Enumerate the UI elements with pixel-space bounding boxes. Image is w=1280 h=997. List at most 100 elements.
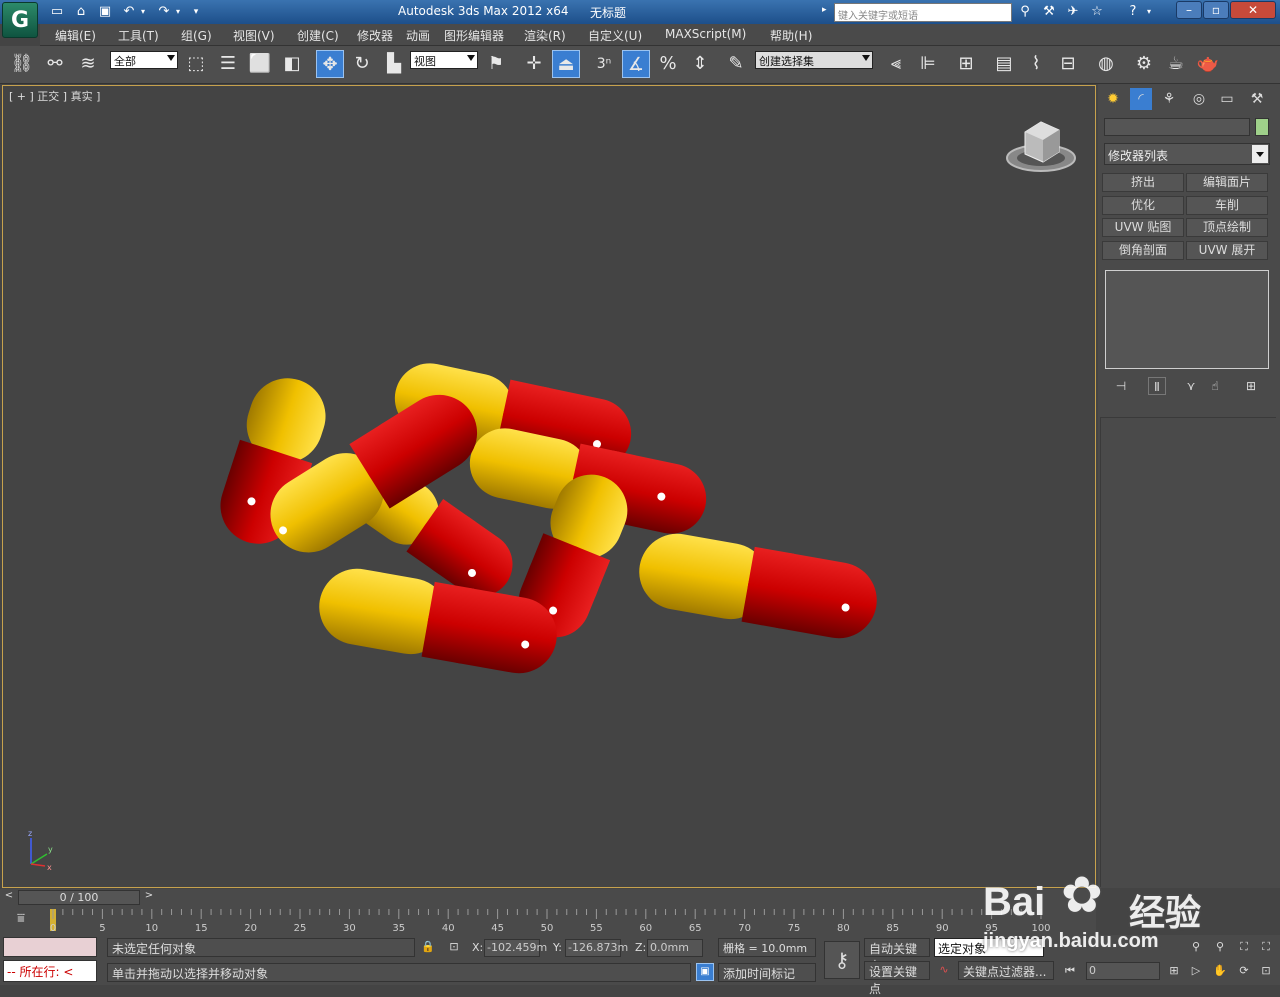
edit-patch-button[interactable]: 编辑面片 <box>1186 173 1268 192</box>
maximize-button[interactable]: ▫ <box>1203 1 1229 19</box>
x-coordinate-field[interactable]: -102.459m <box>484 939 547 957</box>
render-setup-icon[interactable]: ⚙ <box>1130 50 1158 78</box>
vertex-paint-button[interactable]: 顶点绘制 <box>1186 218 1268 237</box>
make-unique-icon[interactable]: ⋎ <box>1182 377 1200 395</box>
utilities-tab-icon[interactable]: ⚒ <box>1246 88 1268 110</box>
auto-key-button[interactable]: 自动关键点 <box>864 938 930 973</box>
window-crossing-icon[interactable]: ◧ <box>278 50 306 78</box>
time-tag-icon[interactable]: ▣ <box>696 963 714 981</box>
render-production-icon[interactable]: 🫖 <box>1194 50 1222 78</box>
key-tangent-icon[interactable]: ∿ <box>936 962 952 978</box>
help-dropdown-icon[interactable]: ▾ <box>1144 3 1154 21</box>
select-and-rotate-icon[interactable]: ↻ <box>348 50 376 78</box>
reference-coordinate-dropdown[interactable]: 视图 <box>410 51 478 69</box>
keyboard-shortcut-override-icon[interactable]: ⏏ <box>552 50 580 78</box>
angle-snap-icon[interactable]: ∡ <box>622 50 650 78</box>
maxscript-listener-field[interactable] <box>3 937 97 957</box>
menu-animation[interactable]: 动画 <box>406 27 430 44</box>
menu-tools[interactable]: 工具(T) <box>118 27 159 44</box>
hierarchy-tab-icon[interactable]: ⚘ <box>1158 88 1180 110</box>
menu-graph-editors[interactable]: 图形编辑器 <box>444 27 504 44</box>
menu-edit[interactable]: 编辑(E) <box>55 27 96 44</box>
object-name-field[interactable] <box>1104 118 1250 136</box>
edit-named-selection-icon[interactable]: ✎ <box>722 50 750 78</box>
spinner-snap-icon[interactable]: ⇕ <box>686 50 714 78</box>
add-time-tag-button[interactable]: 添加时间标记 <box>718 963 816 982</box>
time-next-icon[interactable]: > <box>142 890 156 905</box>
named-selection-dropdown[interactable]: 创建选择集 <box>755 51 873 69</box>
set-key-button[interactable]: 设置关键点 <box>864 961 930 996</box>
snaps-toggle-icon[interactable]: 3ⁿ <box>590 50 618 78</box>
subscription-icon[interactable]: ⚒ <box>1040 3 1058 21</box>
help-icon[interactable]: ? <box>1124 3 1142 21</box>
menu-maxscript[interactable]: MAXScript(M) <box>665 27 746 41</box>
select-by-name-icon[interactable]: ☰ <box>214 50 242 78</box>
unlink-icon[interactable]: ⚯ <box>41 50 69 78</box>
rectangular-selection-icon[interactable]: ⬜ <box>246 50 274 78</box>
undo-dropdown-icon[interactable]: ▾ <box>138 3 148 21</box>
menu-views[interactable]: 视图(V) <box>233 27 275 44</box>
create-tab-icon[interactable]: ✹ <box>1102 88 1124 110</box>
maxscript-mini-listener[interactable]: -- 所在行: < <box>3 960 97 982</box>
menu-group[interactable]: 组(G) <box>181 27 212 44</box>
modifier-list-dropdown[interactable]: 修改器列表 <box>1104 143 1270 165</box>
redo-dropdown-icon[interactable]: ▾ <box>173 3 183 21</box>
y-coordinate-field[interactable]: -126.873m <box>565 939 628 957</box>
link-icon[interactable]: ⛓ <box>8 50 36 78</box>
bevel-profile-button[interactable]: 倒角剖面 <box>1102 241 1184 260</box>
configure-modifier-sets-icon[interactable]: ⊞ <box>1242 377 1260 395</box>
align-icon[interactable]: ⊫ <box>914 50 942 78</box>
absolute-mode-icon[interactable]: ⊡ <box>446 939 462 955</box>
selection-filter-dropdown[interactable]: 全部 <box>110 51 178 69</box>
menu-modifiers[interactable]: 修改器 <box>357 27 393 44</box>
lock-selection-icon[interactable]: 🔒 <box>420 939 436 955</box>
bind-space-warp-icon[interactable]: ≋ <box>74 50 102 78</box>
pivot-point-icon[interactable]: ⚑ <box>482 50 510 78</box>
quick-access-dropdown-icon[interactable]: ▾ <box>190 3 202 21</box>
modifier-stack[interactable] <box>1105 270 1269 369</box>
set-key-icon[interactable]: ⚷ <box>824 941 860 979</box>
menu-create[interactable]: 创建(C) <box>297 27 339 44</box>
pin-stack-icon[interactable]: ⊣ <box>1112 377 1130 395</box>
capsule-7[interactable] <box>633 528 883 645</box>
remove-modifier-icon[interactable]: ☝ <box>1206 377 1224 395</box>
time-slider-thumb[interactable]: 0 / 100 <box>18 890 140 905</box>
motion-tab-icon[interactable]: ◎ <box>1188 88 1210 110</box>
material-editor-icon[interactable]: ◍ <box>1092 50 1120 78</box>
time-prev-icon[interactable]: < <box>2 890 16 905</box>
perspective-viewport[interactable]: [ + ] 正交 ] 真实 ] z y x <box>2 85 1096 888</box>
optimize-button[interactable]: 优化 <box>1102 196 1184 215</box>
object-color-swatch[interactable] <box>1255 118 1269 136</box>
manage-layers-icon[interactable]: ⊞ <box>952 50 980 78</box>
search-expand-icon[interactable]: ▸ <box>822 5 830 19</box>
redo-icon[interactable]: ↷ <box>155 3 173 21</box>
undo-icon[interactable]: ↶ <box>120 3 138 21</box>
modify-tab-icon[interactable]: ◜ <box>1130 88 1152 110</box>
z-coordinate-field[interactable]: 0.0mm <box>647 939 703 957</box>
percent-snap-icon[interactable]: % <box>654 50 682 78</box>
menu-rendering[interactable]: 渲染(R) <box>524 27 566 44</box>
menu-customize[interactable]: 自定义(U) <box>588 27 642 44</box>
save-file-icon[interactable]: ▣ <box>96 3 114 21</box>
mirror-icon[interactable]: ⫷ <box>882 50 910 78</box>
lathe-button[interactable]: 车削 <box>1186 196 1268 215</box>
communication-icon[interactable]: ✈ <box>1064 3 1082 21</box>
open-file-icon[interactable]: ⌂ <box>72 3 90 21</box>
search-input[interactable]: 键入关键字或短语 <box>834 3 1012 22</box>
extrude-button[interactable]: 挤出 <box>1102 173 1184 192</box>
menu-help[interactable]: 帮助(H) <box>770 27 812 44</box>
graphite-modeling-icon[interactable]: ▤ <box>990 50 1018 78</box>
minimize-button[interactable]: – <box>1176 1 1202 19</box>
binoculars-icon[interactable]: ⚲ <box>1016 3 1034 21</box>
uvw-map-button[interactable]: UVW 贴图 <box>1102 218 1184 237</box>
track-bar[interactable]: ⩸ 0 5 10 15 20 25 30 35 40 45 50 55 60 65 70 75 80 85 90 95… <box>0 907 1096 935</box>
unwrap-uvw-button[interactable]: UVW 展开 <box>1186 241 1268 260</box>
display-tab-icon[interactable]: ▭ <box>1216 88 1238 110</box>
close-button[interactable]: ✕ <box>1230 1 1276 19</box>
show-end-result-icon[interactable]: Ⅱ <box>1148 377 1166 395</box>
select-and-move-icon[interactable]: ✥ <box>316 50 344 78</box>
manipulate-icon[interactable]: ✛ <box>520 50 548 78</box>
curve-editor-icon[interactable]: ⌇ <box>1022 50 1050 78</box>
rendered-frame-window-icon[interactable]: ☕ <box>1162 50 1190 78</box>
select-object-icon[interactable]: ⬚ <box>182 50 210 78</box>
